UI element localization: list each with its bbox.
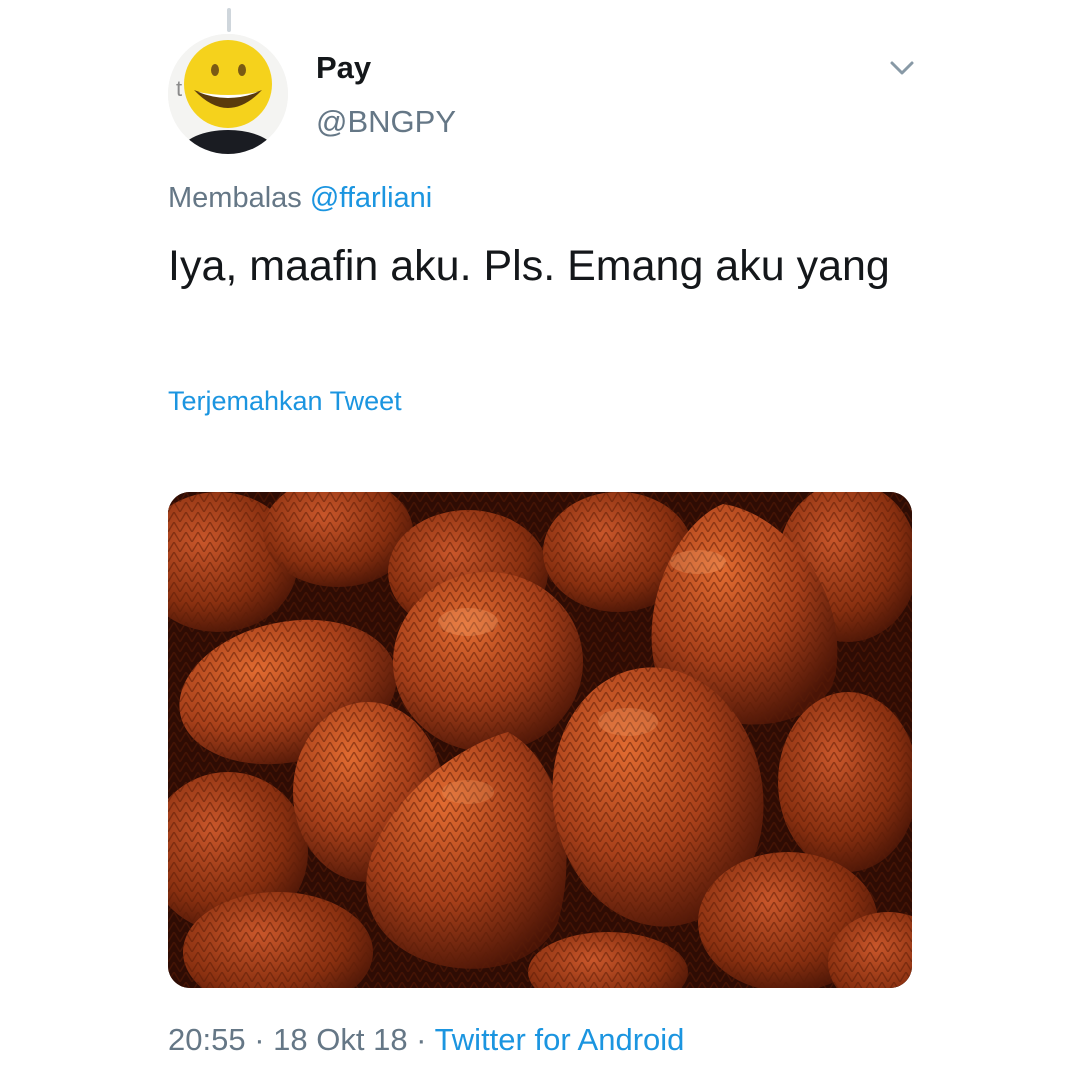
reply-context: Membalas @ffarliani xyxy=(168,182,432,215)
tweet-media-image[interactable] xyxy=(168,492,912,988)
reply-mention-link[interactable]: @ffarliani xyxy=(310,182,432,214)
tweet-time[interactable]: 20:55 xyxy=(168,1022,246,1057)
chevron-down-icon[interactable] xyxy=(884,54,920,82)
salak-fruit-photo xyxy=(168,492,912,988)
tweet-metadata: 20:55 · 18 Okt 18 · Twitter for Android xyxy=(168,1022,684,1058)
translate-tweet-link[interactable]: Terjemahkan Tweet xyxy=(168,386,402,417)
thread-connector-line xyxy=(227,8,231,32)
tweet-text: Iya, maafin aku. Pls. Emang aku yang xyxy=(168,242,890,290)
meta-separator: · xyxy=(407,1022,435,1057)
display-name[interactable]: Pay xyxy=(316,50,371,86)
reply-prefix: Membalas xyxy=(168,182,302,214)
user-handle[interactable]: @BNGPY xyxy=(316,104,456,140)
meta-separator: · xyxy=(245,1022,274,1057)
tweet-date[interactable]: 18 Okt 18 xyxy=(273,1022,407,1057)
tweet-source-link[interactable]: Twitter for Android xyxy=(435,1022,685,1057)
svg-text:t: t xyxy=(176,76,182,101)
avatar[interactable]: t xyxy=(168,34,288,154)
